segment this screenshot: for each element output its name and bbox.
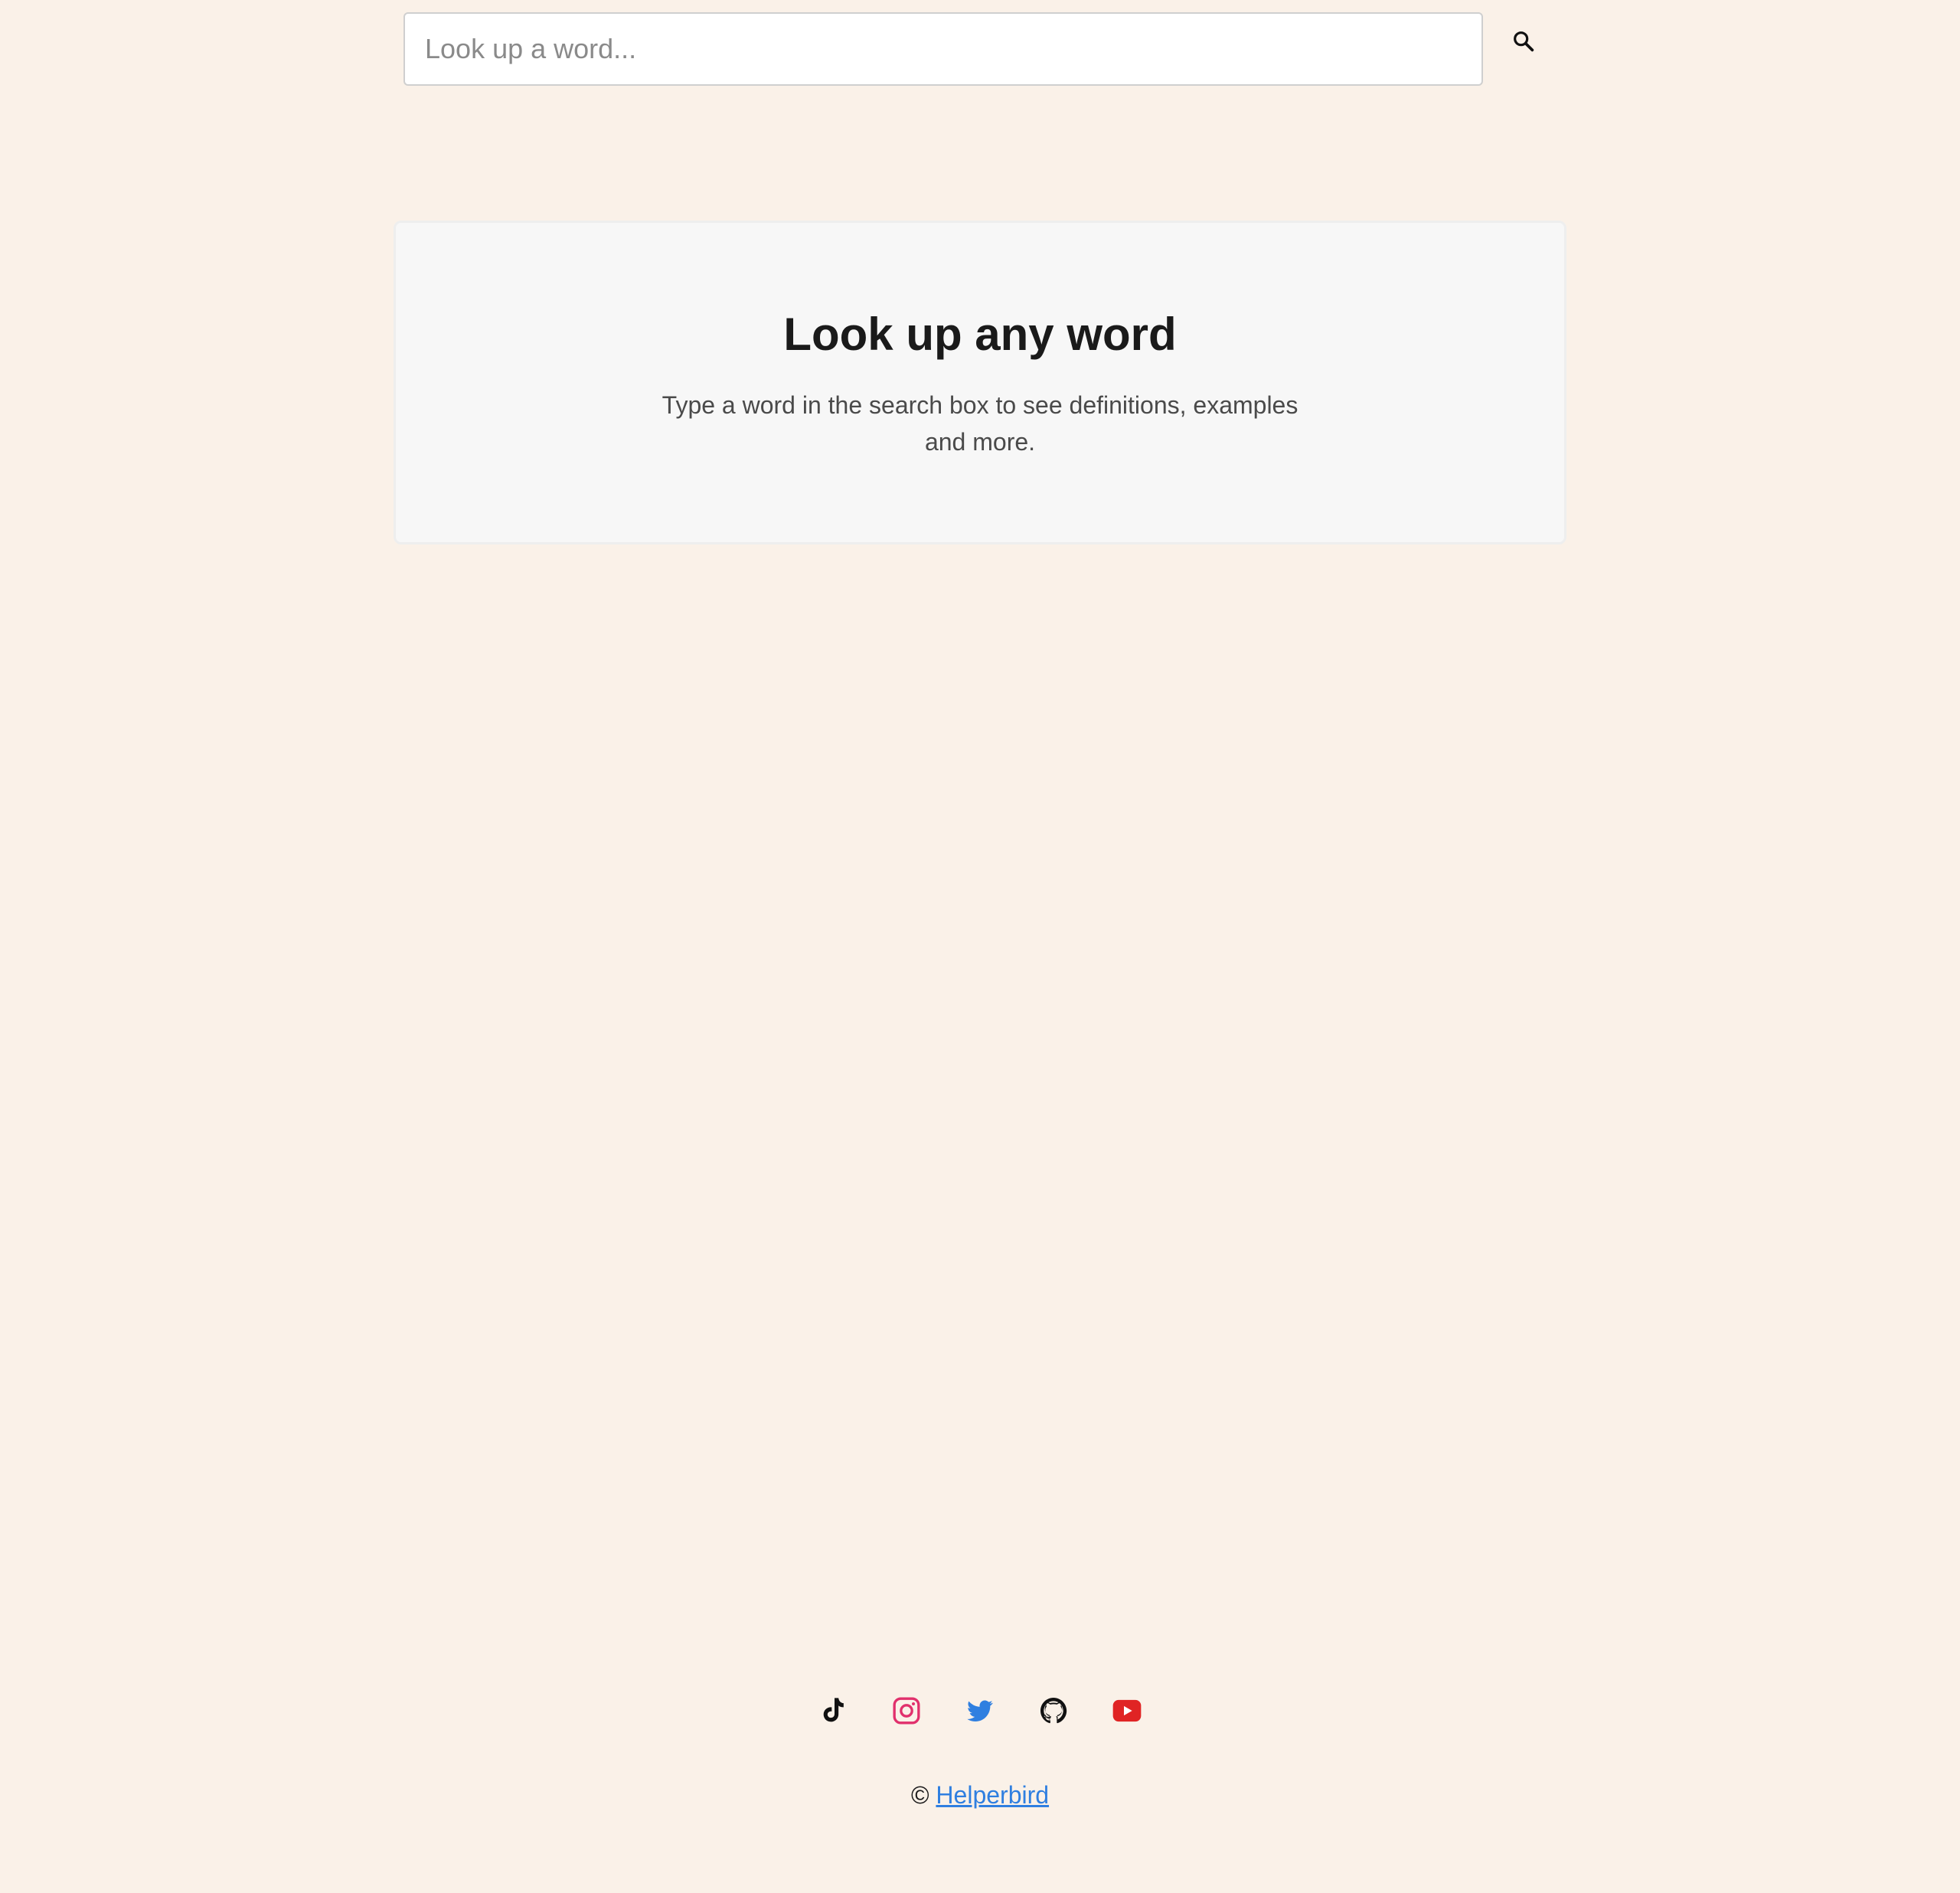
search-input[interactable] [423, 32, 1463, 66]
search-icon [1514, 31, 1534, 52]
youtube-link[interactable] [1112, 1695, 1142, 1726]
social-links [0, 1695, 1960, 1726]
twitter-link[interactable] [965, 1695, 995, 1726]
tiktok-icon [823, 1698, 844, 1722]
instagram-link[interactable] [891, 1695, 922, 1726]
youtube-icon [1112, 1699, 1142, 1722]
instagram-icon [893, 1697, 920, 1725]
search-bar [403, 12, 1483, 86]
github-link[interactable] [1038, 1695, 1069, 1726]
copyright-symbol: © [910, 1781, 929, 1809]
github-icon [1040, 1698, 1067, 1724]
tiktok-link[interactable] [818, 1695, 848, 1726]
card-title: Look up any word [783, 309, 1177, 360]
search-button[interactable] [1507, 25, 1540, 58]
helperbird-link[interactable]: Helperbird [936, 1781, 1049, 1809]
empty-state-card: Look up any word Type a word in the sear… [394, 221, 1566, 544]
copyright: © Helperbird [0, 1781, 1960, 1810]
twitter-icon [967, 1700, 993, 1721]
card-description: Type a word in the search box to see def… [662, 391, 1298, 456]
